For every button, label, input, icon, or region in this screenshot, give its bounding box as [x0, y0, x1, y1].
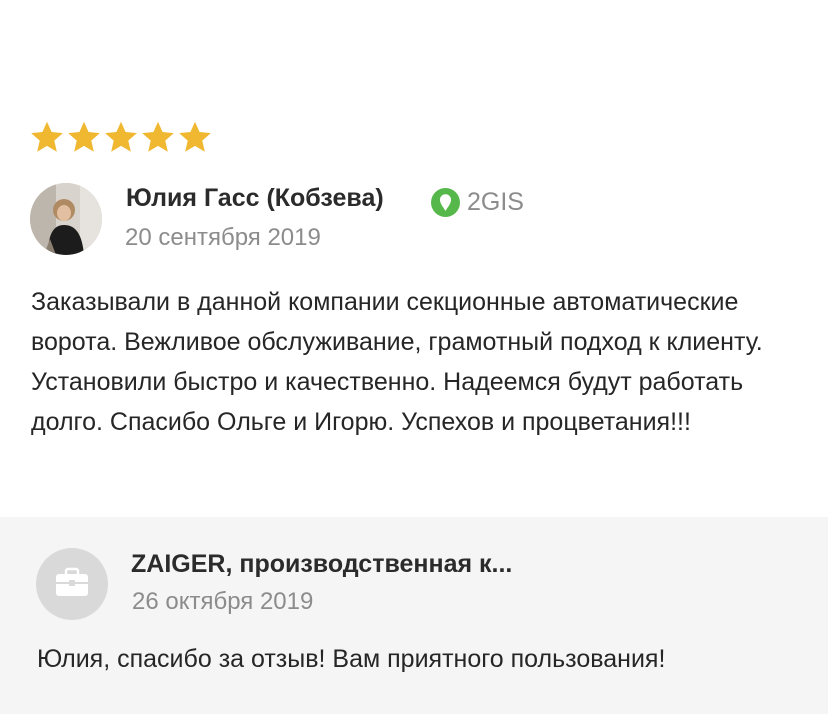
star-icon — [66, 119, 102, 155]
reply-text: Юлия, спасибо за отзыв! Вам приятного по… — [37, 645, 666, 673]
author-name[interactable]: Юлия Гасс (Кобзева) — [126, 184, 384, 213]
review-source: 2GIS — [431, 188, 524, 217]
star-icon — [103, 119, 139, 155]
review-date: 20 сентября 2019 — [125, 224, 321, 251]
star-icon — [177, 119, 213, 155]
company-reply: ZAIGER, производственная к... 26 октября… — [0, 517, 828, 714]
briefcase-icon — [52, 562, 92, 607]
reply-date: 26 октября 2019 — [132, 588, 314, 615]
star-icon — [29, 119, 65, 155]
review-text: Заказывали в данной компании секционные … — [31, 288, 763, 436]
author-avatar[interactable] — [30, 183, 102, 255]
2gis-pin-icon — [431, 188, 460, 217]
rating-stars — [29, 119, 213, 155]
star-icon — [140, 119, 176, 155]
company-avatar — [36, 548, 108, 620]
review-card: Юлия Гасс (Кобзева) 2GIS 20 сентября 201… — [0, 0, 828, 517]
reply-author-name[interactable]: ZAIGER, производственная к... — [131, 550, 512, 579]
source-label: 2GIS — [467, 188, 524, 216]
